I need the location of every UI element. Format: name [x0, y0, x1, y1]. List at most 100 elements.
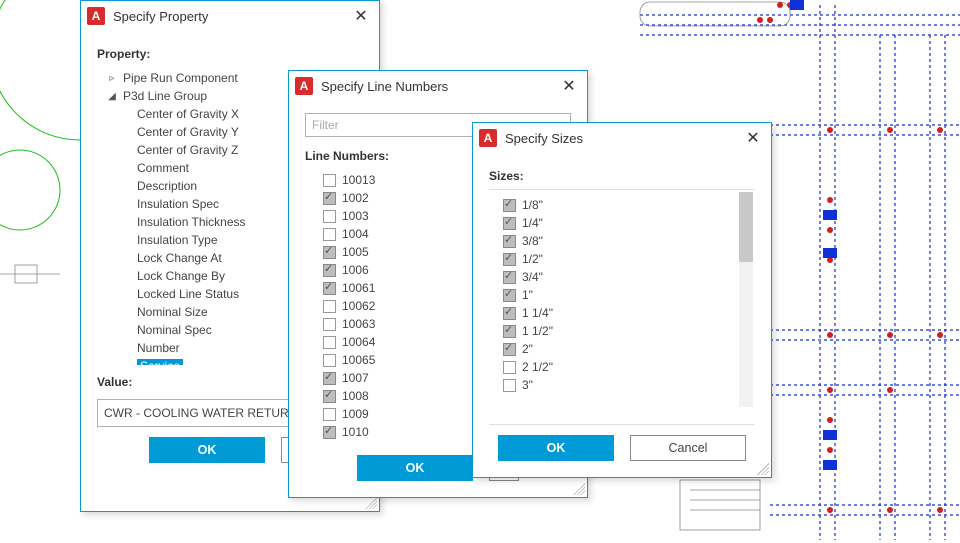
- expand-icon[interactable]: ▹: [107, 73, 117, 84]
- checkbox[interactable]: [503, 289, 516, 302]
- checkbox[interactable]: [503, 199, 516, 212]
- tree-item-label: Number: [137, 341, 180, 355]
- resize-grip[interactable]: [573, 483, 585, 495]
- checkbox[interactable]: [323, 408, 336, 421]
- tree-item-label: Description: [137, 179, 197, 193]
- list-item[interactable]: 1 1/2": [499, 322, 755, 340]
- checkbox[interactable]: [503, 271, 516, 284]
- tree-item-label: Insulation Spec: [137, 197, 219, 211]
- titlebar[interactable]: A Specify Line Numbers ✕: [289, 71, 587, 101]
- ok-button[interactable]: OK: [357, 455, 473, 481]
- list-item-label: 10065: [342, 353, 375, 367]
- specify-sizes-dialog: A Specify Sizes ✕ Sizes: 1/8" 1/4" 3/8" 1/2…: [472, 122, 772, 478]
- tree-item-label: Nominal Size: [137, 305, 208, 319]
- checkbox[interactable]: [503, 325, 516, 338]
- checkbox[interactable]: [503, 343, 516, 356]
- checkbox[interactable]: [503, 307, 516, 320]
- close-icon[interactable]: ✕: [741, 126, 765, 150]
- tree-item-label: Service: [137, 359, 183, 365]
- list-item-label: 1005: [342, 245, 369, 259]
- list-item[interactable]: 3/8": [499, 232, 755, 250]
- list-item[interactable]: 1/2": [499, 250, 755, 268]
- checkbox[interactable]: [323, 246, 336, 259]
- list-item-label: 1004: [342, 227, 369, 241]
- list-item[interactable]: 3/4": [499, 268, 755, 286]
- resize-grip[interactable]: [757, 463, 769, 475]
- collapse-icon[interactable]: ◢: [107, 91, 117, 102]
- checkbox[interactable]: [503, 253, 516, 266]
- checkbox[interactable]: [323, 372, 336, 385]
- tree-item-label: Insulation Type: [137, 233, 218, 247]
- list-item-label: 1/4": [522, 216, 543, 230]
- checkbox[interactable]: [323, 192, 336, 205]
- cancel-button[interactable]: Cancel: [630, 435, 746, 461]
- checkbox[interactable]: [323, 228, 336, 241]
- list-item-label: 1006: [342, 263, 369, 277]
- list-item[interactable]: 2 1/2": [499, 358, 755, 376]
- list-item-label: 3/8": [522, 234, 543, 248]
- ok-button[interactable]: OK: [149, 437, 265, 463]
- tree-item-label: Locked Line Status: [137, 287, 239, 301]
- tree-item-label: Center of Gravity X: [137, 107, 239, 121]
- list-item[interactable]: 2": [499, 340, 755, 358]
- checkbox[interactable]: [323, 426, 336, 439]
- list-item[interactable]: 3": [499, 376, 755, 394]
- list-item-label: 3": [522, 378, 533, 392]
- titlebar[interactable]: A Specify Property ✕: [81, 1, 379, 31]
- list-item-label: 10063: [342, 317, 375, 331]
- checkbox[interactable]: [323, 336, 336, 349]
- list-item-label: 1008: [342, 389, 369, 403]
- sizes-list[interactable]: 1/8" 1/4" 3/8" 1/2" 3/4" 1" 1 1/4" 1 1/2" 2" 2 1/…: [489, 190, 755, 394]
- close-icon[interactable]: ✕: [557, 74, 581, 98]
- tree-item-label: Comment: [137, 161, 189, 175]
- tree-item-label: Center of Gravity Z: [137, 143, 238, 157]
- close-icon[interactable]: ✕: [349, 4, 373, 28]
- checkbox[interactable]: [503, 379, 516, 392]
- list-item-label: 1007: [342, 371, 369, 385]
- checkbox[interactable]: [323, 300, 336, 313]
- property-label: Property:: [97, 47, 363, 61]
- checkbox[interactable]: [323, 318, 336, 331]
- list-item-label: 1009: [342, 407, 369, 421]
- checkbox[interactable]: [323, 264, 336, 277]
- tree-item-label: Insulation Thickness: [137, 215, 246, 229]
- list-item-label: 10062: [342, 299, 375, 313]
- checkbox[interactable]: [323, 354, 336, 367]
- dialog-title: Specify Sizes: [505, 131, 733, 146]
- app-icon: A: [295, 77, 313, 95]
- list-item-label: 3/4": [522, 270, 543, 284]
- list-item-label: 1 1/2": [522, 324, 553, 338]
- dialog-title: Specify Line Numbers: [321, 79, 549, 94]
- tree-item-label: Center of Gravity Y: [137, 125, 239, 139]
- list-item[interactable]: 1": [499, 286, 755, 304]
- checkbox[interactable]: [323, 174, 336, 187]
- checkbox[interactable]: [323, 390, 336, 403]
- list-item-label: 1/2": [522, 252, 543, 266]
- titlebar[interactable]: A Specify Sizes ✕: [473, 123, 771, 153]
- list-item-label: 1": [522, 288, 533, 302]
- checkbox[interactable]: [323, 210, 336, 223]
- tree-item-label: Lock Change At: [137, 251, 222, 265]
- checkbox[interactable]: [503, 217, 516, 230]
- list-item-label: 1010: [342, 425, 369, 439]
- list-item-label: 1003: [342, 209, 369, 223]
- list-item-label: 1 1/4": [522, 306, 553, 320]
- app-icon: A: [87, 7, 105, 25]
- sizes-label: Sizes:: [489, 169, 755, 183]
- checkbox[interactable]: [323, 282, 336, 295]
- resize-grip[interactable]: [365, 497, 377, 509]
- ok-button[interactable]: OK: [498, 435, 614, 461]
- dialog-title: Specify Property: [113, 9, 341, 24]
- list-item-label: 2": [522, 342, 533, 356]
- list-item[interactable]: 1 1/4": [499, 304, 755, 322]
- list-item-label: 10013: [342, 173, 375, 187]
- list-item-label: 1002: [342, 191, 369, 205]
- checkbox[interactable]: [503, 361, 516, 374]
- scrollbar-thumb[interactable]: [739, 192, 753, 262]
- tree-item-label: Nominal Spec: [137, 323, 212, 337]
- list-item[interactable]: 1/4": [499, 214, 755, 232]
- checkbox[interactable]: [503, 235, 516, 248]
- list-item[interactable]: 1/8": [499, 196, 755, 214]
- list-item-label: 2 1/2": [522, 360, 553, 374]
- tree-item-label: Lock Change By: [137, 269, 225, 283]
